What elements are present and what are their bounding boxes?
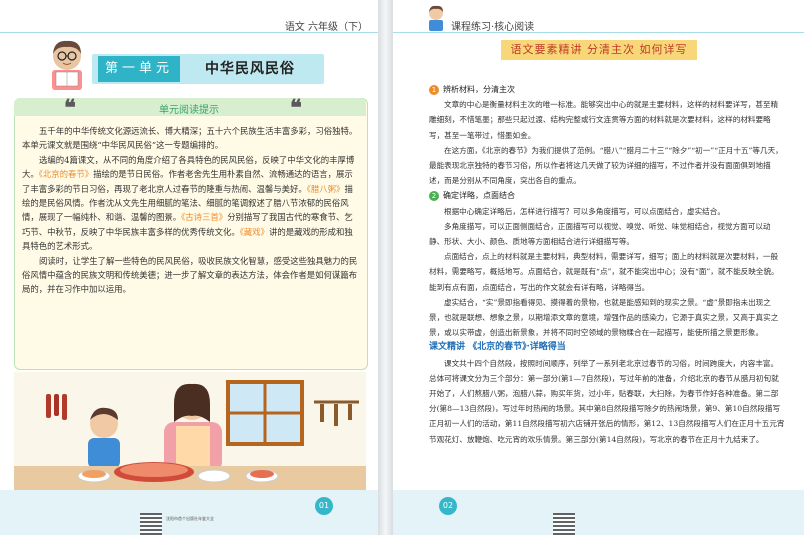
section-2-paragraph-1: 根据中心确定详略后，怎样进行描写？可以多角度描写，可以点面结合，虚实结合。	[444, 206, 725, 216]
reading-tips-title: 单元阅读提示	[159, 105, 219, 116]
section-2-heading: 2 确定详略，点面结合	[429, 188, 785, 203]
tips-paragraph-2: 选编的4篇课文，从不同的角度介绍了各具特色的民风民俗，反映了中华文化的丰厚博大。…	[22, 153, 358, 254]
page-footer-band	[393, 490, 804, 535]
reading-tips-text: 五千年的中华传统文化源远流长、博大精深；五十六个民族生活丰富多彩，习俗独特。本单…	[22, 124, 358, 297]
right-page-header: 课程练习·核心阅读	[451, 22, 535, 33]
tips-paragraph-1: 五千年的中华传统文化源远流长、博大精深；五十六个民族生活丰富多彩，习俗独特。本单…	[22, 124, 358, 153]
tips-p3-text: 阅读时，让学生了解一些特色的民风民俗，吸收民族文化智慧，感受这些独具魅力的民俗风…	[22, 255, 358, 295]
section-2-number: 2	[429, 191, 439, 202]
section-1-number: 1	[429, 85, 439, 95]
close-quote-icon: ❝	[290, 95, 302, 121]
unit-label: 第一单元	[98, 56, 180, 82]
tips-paragraph-3: 阅读时，让学生了解一些特色的民风民俗，吸收民族文化智慧，感受这些独具魅力的民俗风…	[22, 254, 358, 297]
right-main-text: 1 辨析材料，分清主次 文章的中心是衡量材料主次的唯一标准。能够突出中心的就是主要…	[429, 82, 785, 447]
right-page: 课程练习·核心阅读 语文要素精讲 分清主次 如何详写 1 辨析材料，分清主次 文章…	[393, 0, 804, 535]
section-2-paragraph-4: 虚实结合，“实”景即指看得见、摸得着的景物，也就是能感知到的现实之景。“虚”景即…	[429, 297, 779, 338]
lesson-title-laba-porridge: 《腊八粥》	[306, 183, 345, 194]
qr-code-icon	[553, 513, 575, 535]
section-1-title: 辨析材料，分清主次	[443, 85, 515, 94]
section-2-title: 确定详略，点面结合	[443, 191, 515, 201]
section-1-paragraph-2: 在这方面，《北京的春节》为我们提供了范例。“腊八”“腊月二十三”“除夕”“初一”…	[429, 145, 783, 186]
header-divider	[393, 32, 804, 33]
section-1-paragraph-1: 文章的中心是衡量材料主次的唯一标准。能够突出中心的就是主要材料，这样的材料要详写…	[429, 100, 779, 140]
lesson-explanation-title: 课文精讲 《北京的春节》·详略得当	[429, 342, 566, 353]
reading-boy-mascot-icon	[52, 40, 82, 90]
section-banner: 语文要素精讲 分清主次 如何详写	[501, 40, 697, 60]
footer-text: 沈阳市首个出版社年鉴大全	[166, 516, 214, 521]
header-divider	[0, 32, 378, 33]
lesson-explanation-paragraph: 课文共十四个自然段，按照时间顺序，列举了一系列老北京过春节的习俗，时间跨度大，内…	[429, 358, 785, 444]
tips-p1-text: 五千年的中华传统文化源远流长、博大精深；五十六个民族生活丰富多彩，习俗独特。本单…	[22, 126, 358, 151]
page-number: 01	[315, 497, 333, 515]
lesson-title-tibetan-opera: 《藏戏》	[239, 226, 270, 237]
boy-mascot-icon	[429, 5, 443, 31]
section-2-paragraph-2: 多角度描写，可以正面侧面结合，正面描写可以视觉、嗅觉、听觉、味觉相结合，视觉方面…	[429, 221, 771, 247]
page-number: 02	[439, 497, 457, 515]
left-page: 语文 六年级（下） 第一单元 中华民风民俗 单元阅读提示 ❝ ❝ 五千年的中华传…	[0, 0, 378, 535]
book-gutter	[378, 0, 393, 535]
qr-code-icon	[140, 513, 162, 535]
open-quote-icon: ❝	[64, 95, 76, 121]
unit-title: 中华民风民俗	[205, 61, 295, 77]
left-page-header: 语文 六年级（下）	[284, 22, 368, 33]
section-1-heading: 1 辨析材料，分清主次	[429, 82, 785, 97]
lesson-title-beijing-spring-festival: 《北京的春节》	[38, 169, 94, 180]
family-cooking-illustration	[14, 372, 366, 500]
lesson-title-three-ancient-poems: 《古诗三首》	[181, 212, 228, 223]
section-2-paragraph-3: 点面结合，点上的材料就是主要材料，典型材料，需要详写，细写；面上的材料就是次要材…	[429, 252, 779, 292]
